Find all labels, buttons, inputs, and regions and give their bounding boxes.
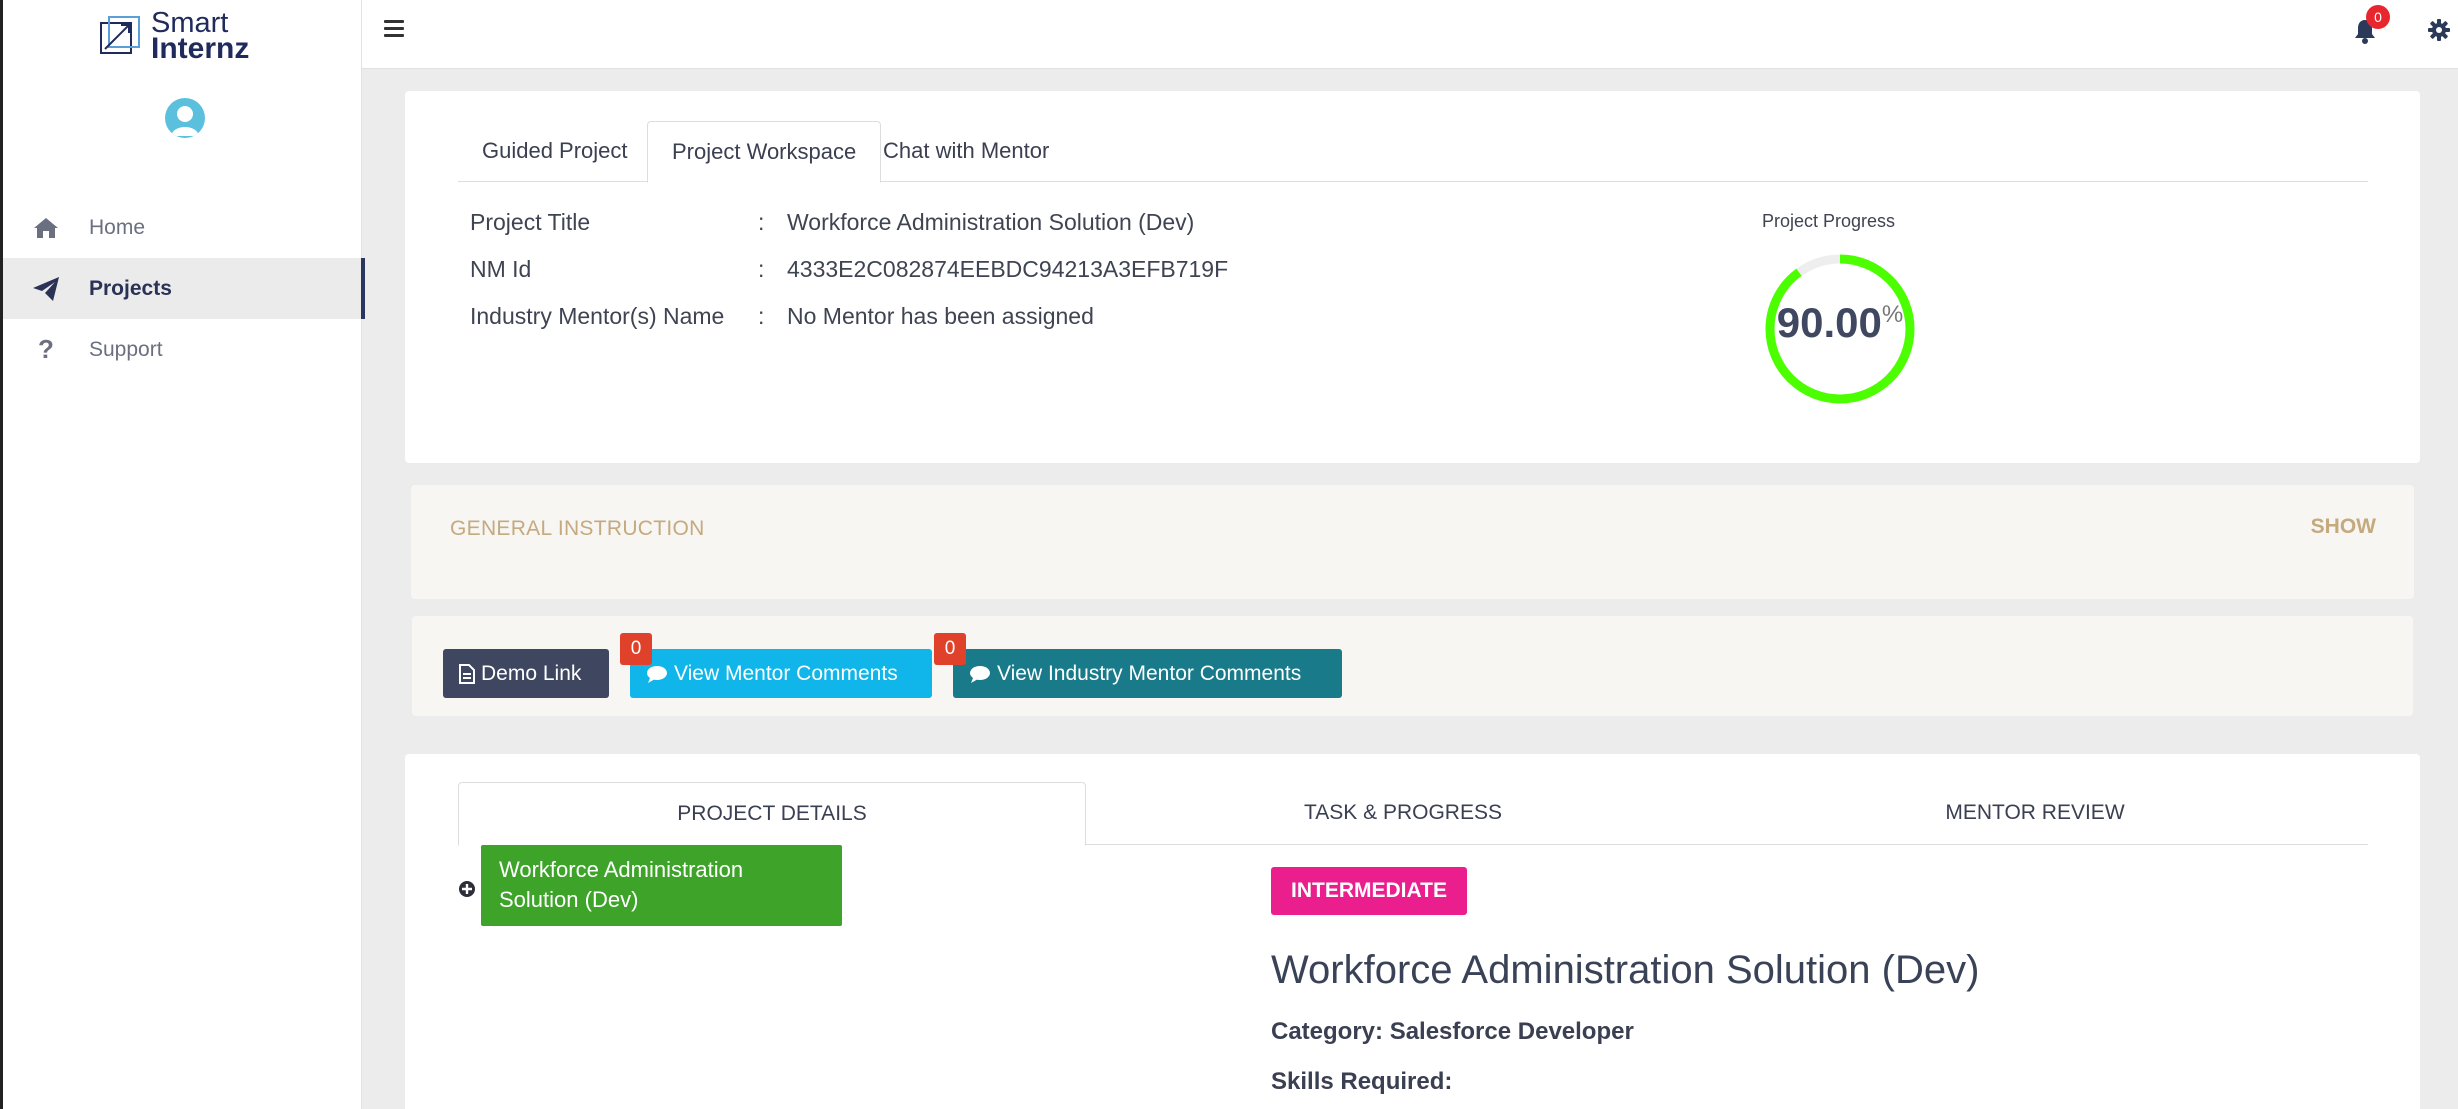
action-bar: Demo Link View Mentor Comments 0 View In… (412, 616, 2413, 716)
view-industry-mentor-comments-button[interactable]: View Industry Mentor Comments (953, 649, 1342, 698)
industry-comments-count-badge: 0 (934, 633, 966, 665)
info-row-mentor: Industry Mentor(s) Name : No Mentor has … (470, 303, 1228, 350)
skills-required-label: Skills Required: (1271, 1068, 1453, 1095)
progress-unit: % (1881, 301, 1904, 328)
demo-link-label: Demo Link (481, 661, 582, 685)
general-instruction-title: GENERAL INSTRUCTION (450, 517, 705, 540)
sidebar-item-label: Projects (89, 276, 172, 300)
sidebar-item-label: Support (89, 337, 163, 361)
notification-badge: 0 (2366, 5, 2390, 29)
info-key: Industry Mentor(s) Name (470, 303, 725, 329)
tab-project-details[interactable]: PROJECT DETAILS (458, 782, 1086, 846)
details-tabs: PROJECT DETAILS TASK & PROGRESS MENTOR R… (458, 782, 2368, 846)
comment-icon (646, 665, 668, 683)
sidebar-item-home[interactable]: Home (3, 197, 365, 258)
view-mentor-comments-label: View Mentor Comments (674, 661, 898, 685)
info-sep: : (758, 209, 765, 235)
brand-logo[interactable]: Smart Internz (99, 9, 250, 65)
avatar[interactable] (165, 98, 205, 138)
hamburger-menu-icon[interactable] (384, 20, 404, 38)
workspace-tabs: Guided Project Project Workspace Chat wi… (458, 121, 2368, 183)
question-icon: ? (38, 334, 54, 364)
general-instruction-panel: GENERAL INSTRUCTION SHOW (411, 485, 2414, 599)
view-mentor-comments-button[interactable]: View Mentor Comments (630, 649, 932, 698)
project-category: Category: Salesforce Developer (1271, 1018, 1634, 1045)
info-value: 4333E2C082874EEBDC94213A3EFB719F (787, 256, 1229, 282)
info-sep: : (758, 303, 765, 329)
tab-guided-project[interactable]: Guided Project (458, 121, 652, 181)
sidebar-item-label: Home (89, 215, 146, 239)
mentor-comments-count-badge: 0 (620, 633, 652, 665)
view-industry-mentor-comments-label: View Industry Mentor Comments (997, 661, 1302, 685)
demo-link-button[interactable]: Demo Link (443, 649, 609, 698)
info-key: Project Title (470, 209, 591, 235)
project-details-card: PROJECT DETAILS TASK & PROGRESS MENTOR R… (405, 754, 2420, 1109)
progress-number: 90.00 (1776, 299, 1882, 346)
project-info: Project Title : Workforce Administration… (470, 209, 1228, 350)
info-row-nm-id: NM Id : 4333E2C082874EEBDC94213A3EFB719F (470, 256, 1228, 303)
tab-chat-with-mentor[interactable]: Chat with Mentor (859, 121, 1073, 181)
paper-plane-icon (29, 276, 63, 302)
sidebar-item-support[interactable]: ? Support (3, 319, 365, 380)
info-key: NM Id (470, 256, 532, 282)
info-sep: : (758, 256, 765, 282)
comment-icon (969, 665, 991, 683)
brand-line2: Internz (151, 32, 250, 65)
tab-project-workspace[interactable]: Project Workspace (647, 121, 882, 183)
project-title-heading: Workforce Administration Solution (Dev) (1271, 948, 1980, 992)
gear-icon[interactable] (2428, 19, 2450, 41)
expand-plus-icon[interactable] (458, 880, 476, 898)
sidebar-item-projects[interactable]: Projects (3, 258, 365, 319)
sidebar-nav: Home Projects ? Support (3, 197, 365, 380)
tab-mentor-review[interactable]: MENTOR REVIEW (1722, 782, 2348, 844)
project-tree-item[interactable]: Workforce Administration Solution (Dev) (481, 845, 842, 926)
info-value: Workforce Administration Solution (Dev) (787, 209, 1195, 235)
sidebar: Smart Internz Home Projects ? Support (0, 0, 365, 1109)
logo-mark-icon (99, 15, 141, 57)
top-bar: 0 (362, 0, 2458, 69)
tab-task-progress[interactable]: TASK & PROGRESS (1090, 782, 1716, 844)
progress-label: Project Progress (1762, 211, 1896, 231)
info-row-title: Project Title : Workforce Administration… (470, 209, 1228, 256)
file-icon (459, 663, 475, 684)
progress-value: 90.00% (1760, 299, 1920, 347)
info-value: No Mentor has been assigned (787, 303, 1094, 329)
workspace-card: Guided Project Project Workspace Chat wi… (405, 91, 2420, 463)
home-icon (29, 216, 63, 240)
show-toggle[interactable]: SHOW (2311, 515, 2376, 539)
level-badge: INTERMEDIATE (1271, 867, 1467, 915)
